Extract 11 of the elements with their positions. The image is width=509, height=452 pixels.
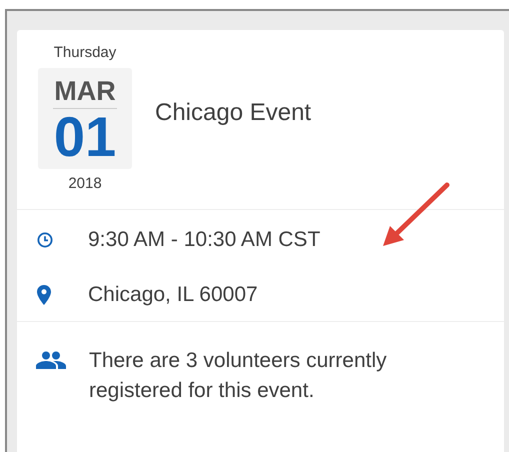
month-label: MAR <box>53 76 117 109</box>
year-label: 2018 <box>68 175 102 193</box>
weekday-label: Thursday <box>54 44 116 62</box>
volunteer-count-text: There are 3 volunteers currently registered for this event. <box>89 348 388 404</box>
event-time: 9:30 AM - 10:30 AM CST <box>88 227 320 253</box>
people-icon <box>36 351 66 369</box>
location-pin-icon <box>37 285 51 305</box>
day-number: 01 <box>54 109 116 165</box>
event-location: Chicago, IL 60007 <box>88 282 258 308</box>
event-title: Chicago Event <box>155 98 312 126</box>
clock-icon <box>37 232 53 248</box>
